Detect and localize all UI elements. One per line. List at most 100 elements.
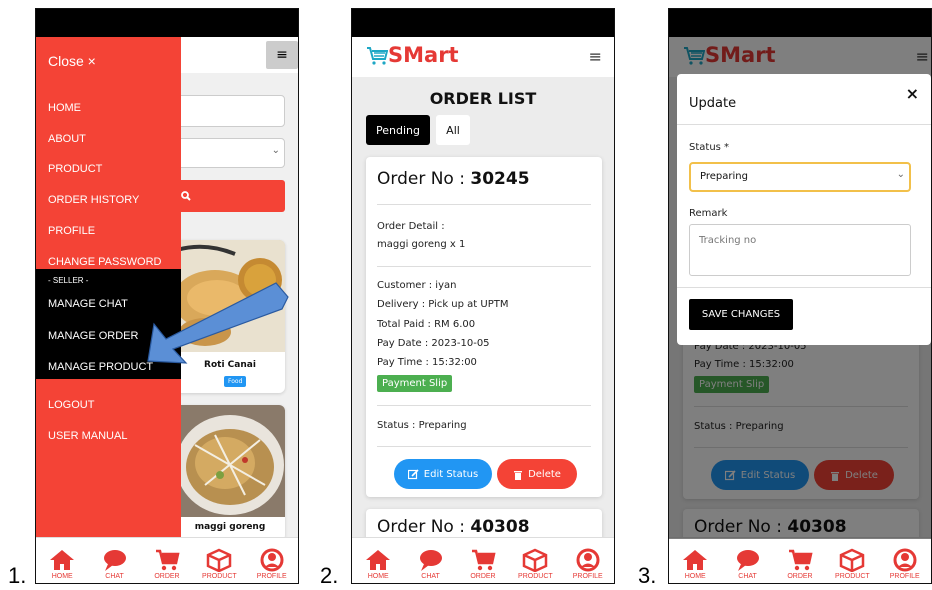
bottom-nav: HOME CHAT ORDER PRODUCT PROFILE bbox=[36, 537, 298, 583]
drawer-item-manage-order[interactable]: MANAGE ORDER bbox=[48, 330, 138, 342]
drawer-item-logout[interactable]: LOGOUT bbox=[48, 399, 94, 411]
product-page-background: ≡ ⌄ Roti Canai Food maggi goreng bbox=[175, 37, 298, 541]
modal-close-button[interactable]: × bbox=[906, 84, 919, 103]
status-bar bbox=[352, 9, 614, 37]
drawer-item-user-manual[interactable]: USER MANUAL bbox=[48, 430, 127, 442]
nav-chat[interactable]: CHAT bbox=[407, 548, 455, 580]
seller-section: - SELLER - MANAGE CHAT MANAGE ORDER MANA… bbox=[36, 269, 181, 379]
profile-icon bbox=[260, 548, 284, 572]
side-drawer: Close × HOME ABOUT PRODUCT ORDER HISTORY… bbox=[36, 37, 181, 539]
chat-icon bbox=[103, 550, 126, 571]
box-icon bbox=[207, 548, 232, 572]
brand-logo: SMart bbox=[366, 43, 459, 67]
nav-profile[interactable]: PROFILE bbox=[881, 548, 929, 580]
drawer-item-manage-chat[interactable]: MANAGE CHAT bbox=[48, 298, 128, 310]
drawer-item-home[interactable]: HOME bbox=[48, 102, 81, 114]
nav-chat[interactable]: CHAT bbox=[724, 548, 772, 580]
status-select[interactable]: Preparing ⌄ bbox=[689, 162, 911, 192]
pay-time-text: Pay Time : 15:32:00 bbox=[377, 357, 477, 368]
nav-profile-label: PROFILE bbox=[572, 573, 603, 580]
seller-header: - SELLER - bbox=[48, 276, 89, 285]
nav-profile[interactable]: PROFILE bbox=[248, 548, 296, 580]
product-card[interactable]: Roti Canai Food bbox=[175, 240, 285, 393]
phone-3-screen: SMart ≡ Pay Date : 2023-10-05 Pay Time :… bbox=[668, 8, 932, 584]
modal-title: Update bbox=[689, 96, 737, 111]
save-changes-button[interactable]: SAVE CHANGES bbox=[689, 299, 793, 330]
nav-home-label: HOME bbox=[51, 573, 73, 580]
product-image bbox=[175, 240, 285, 352]
nav-chat[interactable]: CHAT bbox=[91, 548, 139, 580]
payment-slip-button[interactable]: Payment Slip bbox=[377, 375, 453, 392]
tab-pending[interactable]: Pending bbox=[366, 115, 430, 145]
nav-profile-label: PROFILE bbox=[889, 573, 920, 580]
hamburger-button[interactable]: ≡ bbox=[266, 41, 298, 69]
nav-order[interactable]: ORDER bbox=[459, 548, 507, 580]
cart-icon bbox=[788, 549, 813, 571]
trash-icon bbox=[514, 470, 523, 480]
tab-all[interactable]: All bbox=[436, 115, 470, 145]
app-header: SMart ≡ bbox=[352, 37, 614, 77]
remark-placeholder: Tracking no bbox=[699, 235, 757, 246]
remark-textarea[interactable]: Tracking no bbox=[689, 224, 911, 276]
nav-product[interactable]: PRODUCT bbox=[511, 548, 559, 580]
drawer-item-manage-product[interactable]: MANAGE PRODUCT bbox=[48, 361, 153, 373]
nav-home[interactable]: HOME bbox=[38, 548, 86, 580]
chevron-down-icon: ⌄ bbox=[896, 169, 905, 180]
order-number-label: Order No : 30245 bbox=[377, 169, 530, 189]
nav-product[interactable]: PRODUCT bbox=[828, 548, 876, 580]
phone-1-screen: ≡ ⌄ Roti Canai Food maggi goreng Close ×… bbox=[35, 8, 299, 584]
bottom-nav: HOME CHAT ORDER PRODUCT PROFILE bbox=[352, 537, 614, 583]
profile-icon bbox=[576, 548, 600, 572]
search-button[interactable] bbox=[175, 180, 285, 212]
order-card: Order No : 30245 Order Detail : maggi go… bbox=[366, 157, 602, 497]
screenshot-label-2: 2. bbox=[320, 563, 339, 588]
nav-home[interactable]: HOME bbox=[354, 548, 402, 580]
drawer-item-product[interactable]: PRODUCT bbox=[48, 163, 102, 175]
nav-product[interactable]: PRODUCT bbox=[195, 548, 243, 580]
remark-field-label: Remark bbox=[689, 208, 728, 219]
screenshot-label-3: 3. bbox=[638, 563, 657, 588]
nav-order[interactable]: ORDER bbox=[776, 548, 824, 580]
nav-profile-label: PROFILE bbox=[256, 573, 287, 580]
product-image bbox=[175, 405, 285, 517]
drawer-item-order-history[interactable]: ORDER HISTORY bbox=[48, 194, 139, 206]
order-detail-label: Order Detail : bbox=[377, 221, 445, 232]
phone-2-screen: SMart ≡ ORDER LIST Pending All Order No … bbox=[351, 8, 615, 584]
drawer-item-change-password[interactable]: CHANGE PASSWORD bbox=[48, 256, 161, 268]
category-select[interactable]: ⌄ bbox=[175, 138, 285, 168]
chat-icon bbox=[419, 550, 442, 571]
brand-name: SMart bbox=[388, 43, 459, 67]
cart-icon bbox=[471, 549, 496, 571]
nav-home[interactable]: HOME bbox=[671, 548, 719, 580]
drawer-item-about[interactable]: ABOUT bbox=[48, 133, 86, 145]
order-number-label: Order No : 40308 bbox=[377, 517, 530, 537]
nav-chat-label: CHAT bbox=[105, 573, 124, 580]
product-name: maggi goreng bbox=[194, 522, 266, 532]
cart-icon bbox=[155, 549, 180, 571]
cart-logo-icon bbox=[367, 47, 388, 65]
nav-product-label: PRODUCT bbox=[202, 573, 237, 580]
nav-chat-label: CHAT bbox=[738, 573, 757, 580]
delivery-text: Delivery : Pick up at UPTM bbox=[377, 299, 509, 310]
hamburger-button[interactable]: ≡ bbox=[589, 47, 602, 66]
box-icon bbox=[840, 548, 865, 572]
nav-home-label: HOME bbox=[684, 573, 706, 580]
status-text: Status : Preparing bbox=[377, 420, 467, 431]
product-tag-badge: Food bbox=[224, 376, 247, 387]
status-bar bbox=[36, 9, 298, 37]
nav-profile[interactable]: PROFILE bbox=[564, 548, 612, 580]
drawer-item-profile[interactable]: PROFILE bbox=[48, 225, 95, 237]
product-card[interactable]: maggi goreng bbox=[175, 405, 285, 541]
product-name: Roti Canai bbox=[204, 360, 256, 370]
nav-order-label: ORDER bbox=[787, 573, 813, 580]
status-select-value: Preparing bbox=[700, 171, 748, 182]
nav-order[interactable]: ORDER bbox=[143, 548, 191, 580]
home-icon bbox=[683, 550, 708, 570]
search-input[interactable] bbox=[175, 95, 285, 127]
drawer-close-button[interactable]: Close × bbox=[48, 53, 96, 69]
update-modal: Update × Status * Preparing ⌄ Remark Tra… bbox=[677, 74, 931, 345]
delete-button[interactable]: Delete bbox=[497, 459, 577, 489]
edit-status-button[interactable]: Edit Status bbox=[394, 459, 492, 489]
status-field-label: Status * bbox=[689, 142, 730, 153]
nav-product-label: PRODUCT bbox=[518, 573, 553, 580]
